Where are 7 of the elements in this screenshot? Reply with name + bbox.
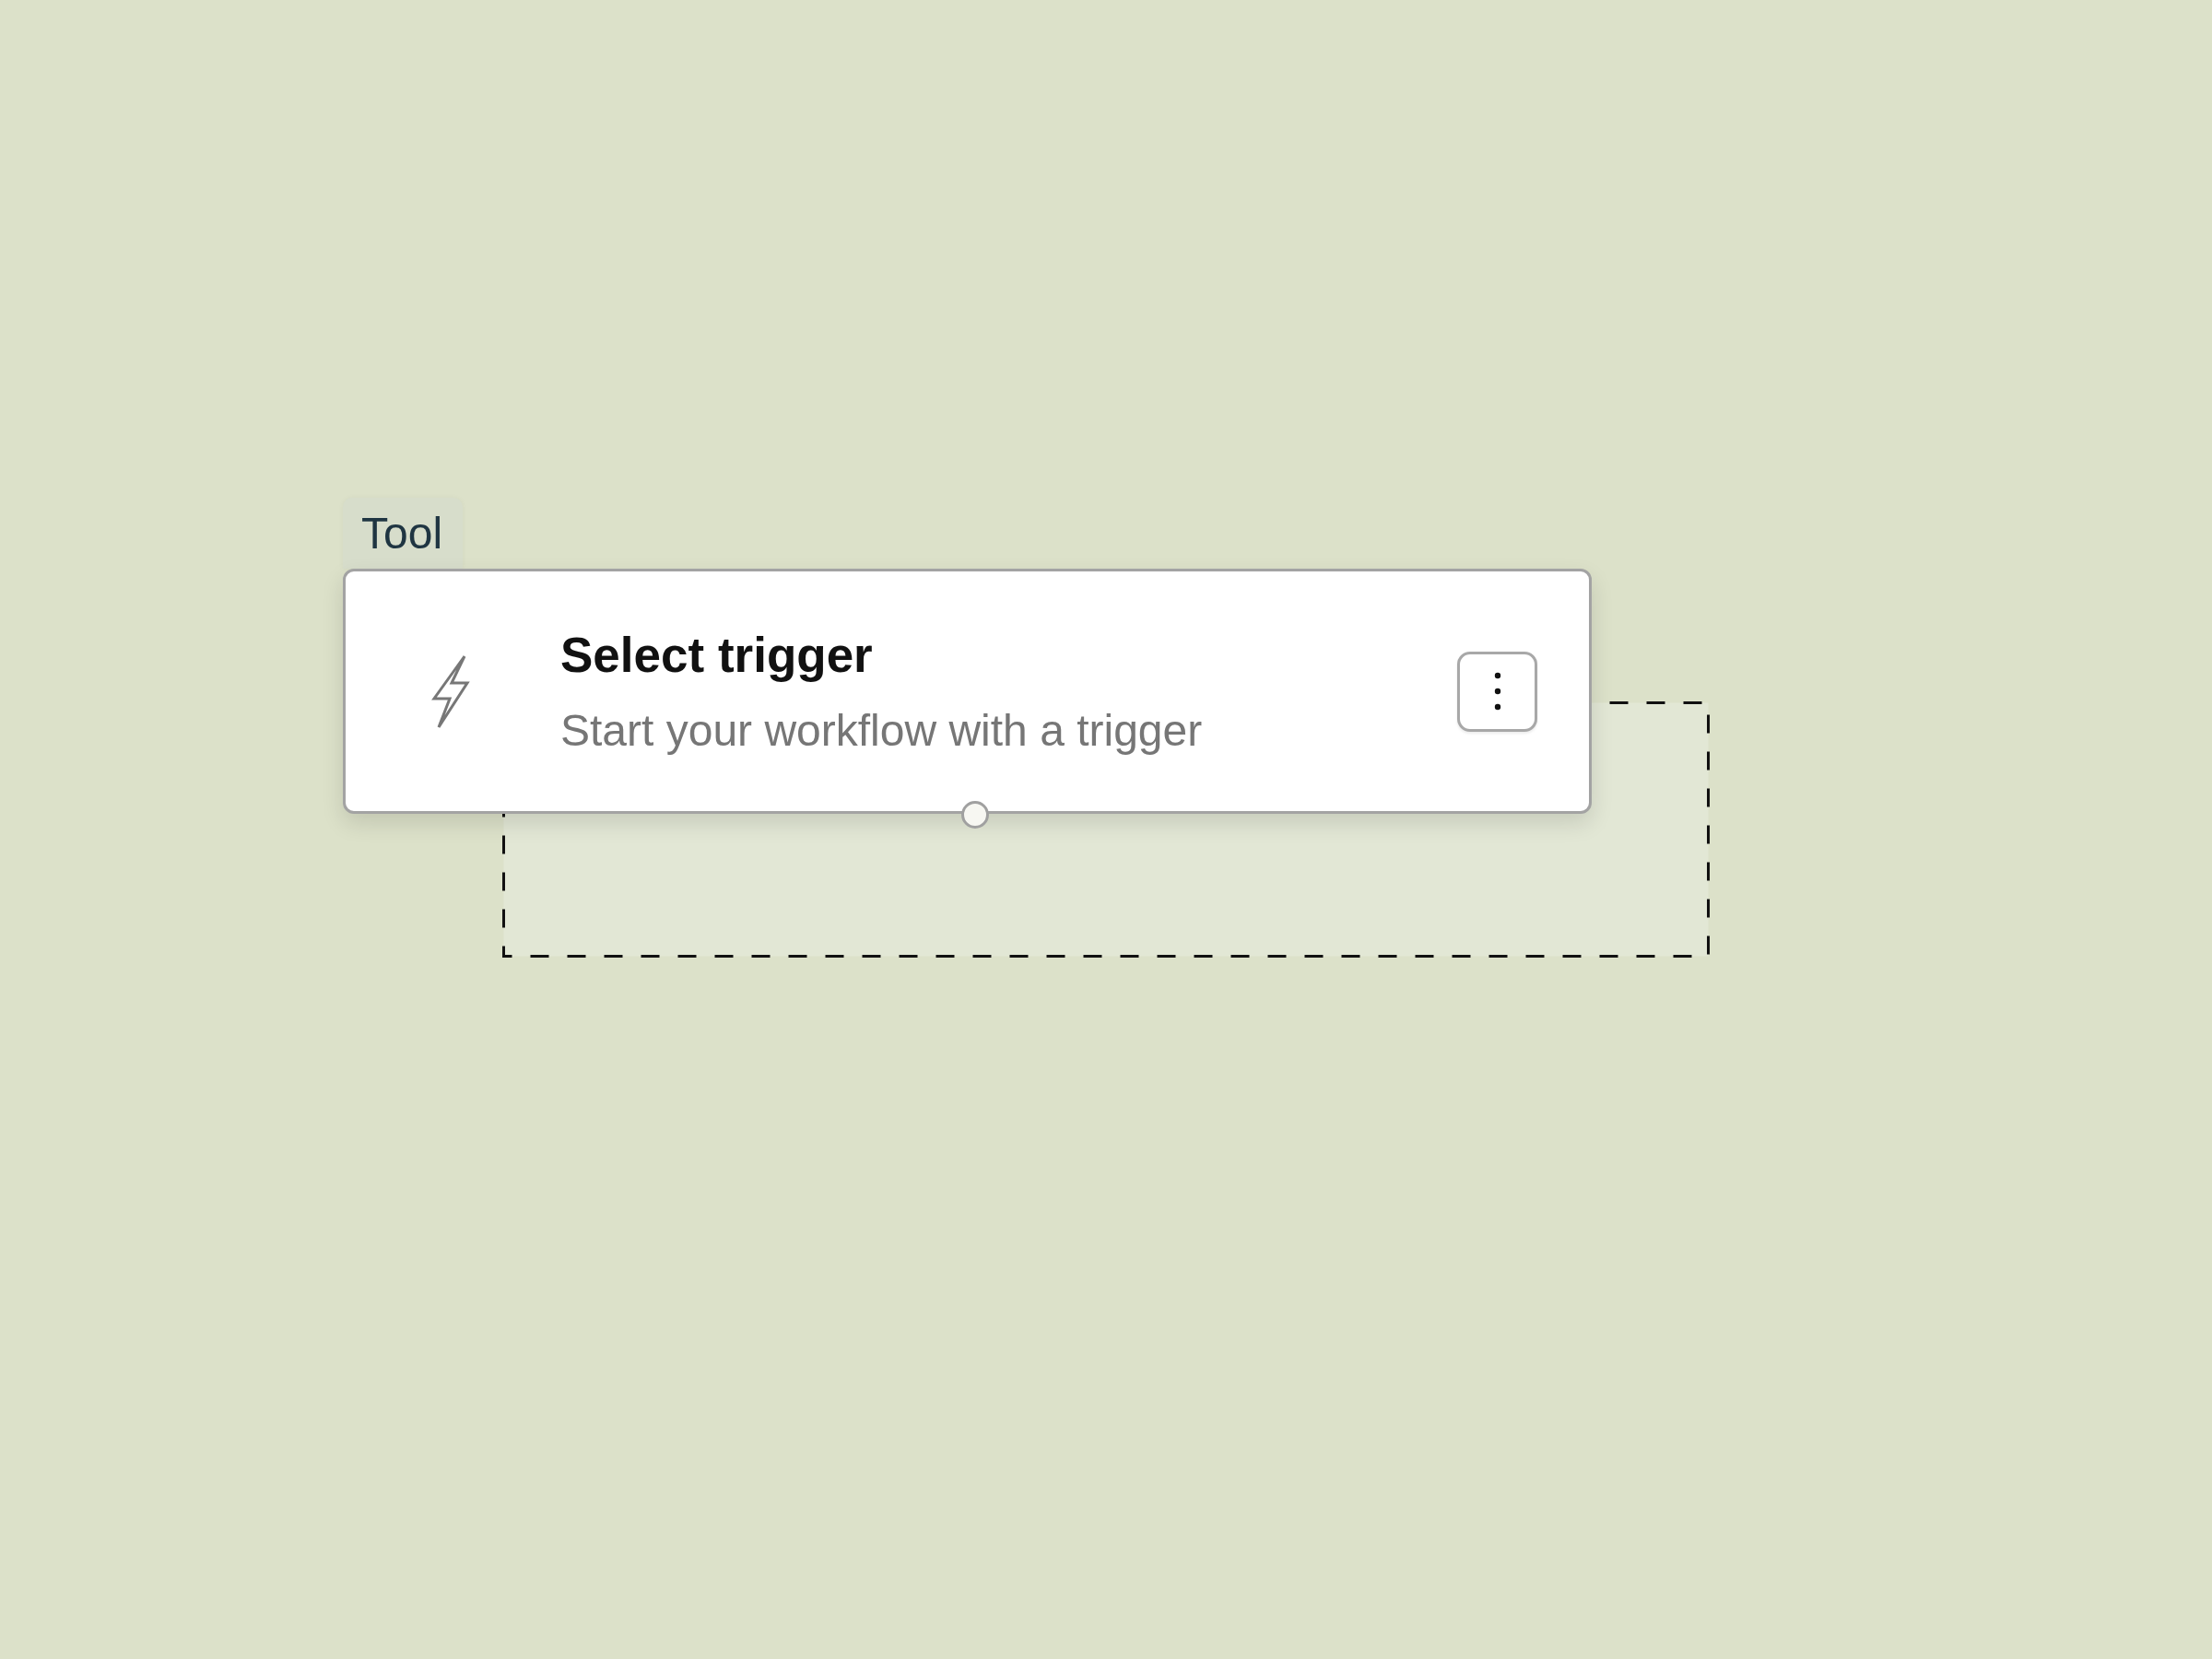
node-title: Select trigger bbox=[560, 626, 873, 684]
lightning-icon bbox=[430, 653, 470, 730]
connection-handle[interactable] bbox=[961, 801, 989, 829]
more-icon bbox=[1493, 672, 1501, 711]
more-button[interactable] bbox=[1457, 651, 1537, 732]
node-subtitle: Start your workflow with a trigger bbox=[560, 704, 1203, 757]
node-type-tag: Tool bbox=[343, 498, 464, 569]
